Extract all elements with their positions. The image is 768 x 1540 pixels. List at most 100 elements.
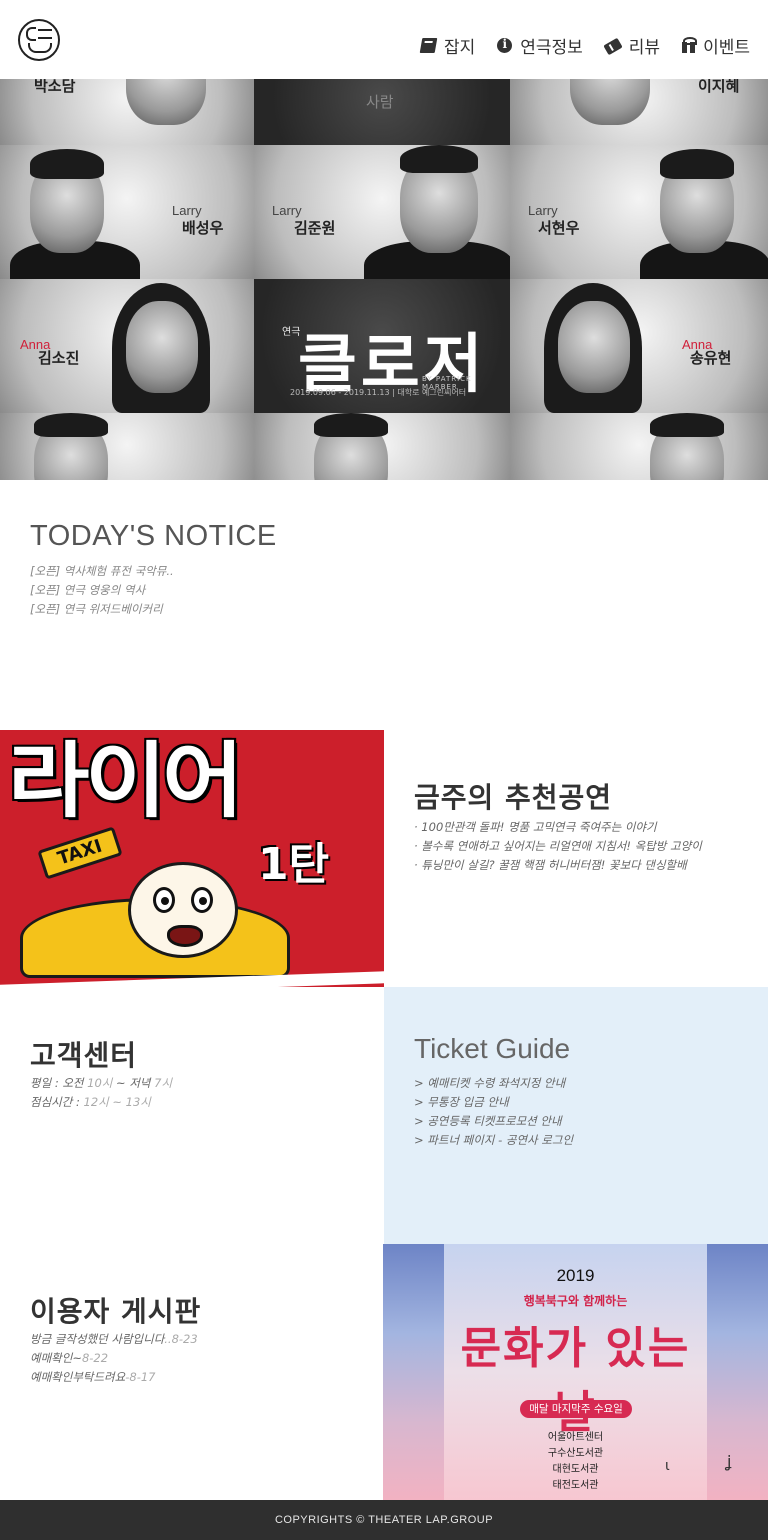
- book-icon: [419, 38, 438, 53]
- poster-subtitle: 행복북구와 함께하는: [523, 1294, 628, 1308]
- post-date: 8-22: [81, 1351, 109, 1365]
- decorative-glyph: ʝ: [727, 1452, 732, 1471]
- nav-label: 잡지: [443, 38, 476, 58]
- ticket-icon: [603, 37, 623, 56]
- hours-label: 평일 : 오전: [30, 1076, 84, 1090]
- ticket-guide-link[interactable]: > 예매티켓 수령 좌석지정 안내: [414, 1074, 573, 1093]
- actor-hair: [400, 145, 478, 173]
- show-title-art: 라이어: [8, 734, 244, 829]
- nav-label: 이벤트: [703, 38, 750, 58]
- customer-hours: 평일 : 오전 10시 ~ 저녁 7시 점심시간 : 12시 ~ 13시: [30, 1074, 172, 1112]
- post-date: ..8-23: [164, 1332, 198, 1346]
- post-title: 예매확인~: [30, 1351, 82, 1365]
- recommend-list: · 100만관객 돌파! 명품 고믹연극 죽여주는 이야기 · 볼수록 연애하고…: [414, 818, 702, 875]
- actor-hair: [30, 149, 104, 179]
- board-post[interactable]: 예매확인~8-22: [30, 1349, 198, 1368]
- nav-item-event[interactable]: 이벤트: [682, 33, 750, 58]
- role-label: Larry: [528, 203, 558, 218]
- notice-item[interactable]: [오픈] 연극 위저드베이커리: [30, 600, 174, 619]
- ticket-guide-title: Ticket Guide: [414, 1033, 571, 1064]
- nav-item-review[interactable]: 리뷰: [603, 33, 660, 58]
- actor-face: [570, 79, 650, 125]
- cast-tile: 박소담: [0, 79, 254, 145]
- cast-tile: Anna 김소진: [0, 279, 254, 413]
- hours-end: 7시: [154, 1076, 173, 1090]
- post-title: 방금 글작성했던 사람입니다: [30, 1332, 165, 1346]
- hours-start: 10시: [87, 1076, 113, 1090]
- poster-title-tile: 연극 클로저 BY PATRICK MARBER 2019.09.06 - 20…: [254, 279, 510, 413]
- actor-name: 김소진: [38, 349, 80, 367]
- board-post[interactable]: 방금 글작성했던 사람입니다..8-23: [30, 1330, 198, 1349]
- info-icon: [497, 37, 513, 53]
- cast-tile: [510, 413, 768, 480]
- character-mouth: [167, 925, 203, 947]
- character-eye: [191, 887, 213, 913]
- notice-item[interactable]: [오픈] 연극 영웅의 역사: [30, 581, 174, 600]
- ticket-guide-panel: Ticket Guide > 예매티켓 수령 좌석지정 안내 > 무통장 입금 …: [384, 987, 768, 1244]
- ticket-guide-link[interactable]: > 무통장 입금 안내: [414, 1093, 573, 1112]
- actor-hair: [34, 413, 108, 437]
- actor-name: 김준원: [294, 219, 336, 237]
- cast-tile: 이지혜: [510, 79, 768, 145]
- actor-hair: [660, 149, 734, 179]
- board-title: 이용자 게시판: [30, 1295, 202, 1328]
- logo-mark-part: [38, 29, 52, 39]
- taxi-sign: TAXI: [37, 826, 123, 880]
- actor-hair: [314, 413, 388, 437]
- cast-tile: Larry 서현우: [510, 145, 768, 279]
- lunch-range: 12시 ~ 13시: [83, 1095, 151, 1109]
- cast-tile: [254, 413, 510, 480]
- notice-title: TODAY'S NOTICE: [30, 520, 277, 552]
- actor-face: [126, 79, 206, 125]
- poster-year: 2019: [556, 1266, 595, 1285]
- weekday-hours: 평일 : 오전 10시 ~ 저녁 7시: [30, 1074, 172, 1093]
- main-nav: 잡지 연극정보 리뷰 이벤트: [419, 33, 750, 58]
- nav-label: 연극정보: [520, 38, 583, 58]
- poster-badge: 매달 마지막주 수요일: [520, 1400, 632, 1418]
- role-label: Larry: [172, 203, 202, 218]
- character-eye: [153, 887, 175, 913]
- role-label: Larry: [272, 203, 302, 218]
- customer-center-title: 고객센터: [30, 1039, 138, 1072]
- recommend-item[interactable]: · 튜닝만이 살길? 꿀잼 핵잼 허니버터잼! 꽃보다 댄싱할배: [414, 856, 702, 875]
- actor-name: 사람: [366, 93, 394, 111]
- cast-tile: Larry 김준원: [254, 145, 510, 279]
- cast-tile: [0, 413, 254, 480]
- show-part-art: 1탄: [258, 839, 330, 890]
- post-date: -8-17: [125, 1370, 156, 1384]
- footer-copyright: COPYRIGHTS © THEATER LAP.GROUP: [0, 1500, 768, 1540]
- actor-name: 서현우: [538, 219, 580, 237]
- character-face: [128, 862, 238, 958]
- venue: 어울아트센터: [547, 1432, 604, 1443]
- actor-name: 송유현: [690, 349, 732, 367]
- actor-hair: [650, 413, 724, 437]
- actor-face: [558, 301, 630, 393]
- header: 잡지 연극정보 리뷰 이벤트: [0, 0, 768, 79]
- venue: 태전도서관: [552, 1480, 599, 1491]
- logo-mark-part: [26, 27, 36, 41]
- notice-item[interactable]: [오픈] 역사체험 퓨전 국악뮤..: [30, 562, 174, 581]
- notice-list: [오픈] 역사체험 퓨전 국악뮤.. [오픈] 연극 영웅의 역사 [오픈] 연…: [30, 562, 174, 619]
- gift-icon: [682, 37, 698, 53]
- lunch-label: 점심시간 :: [30, 1095, 80, 1109]
- hero-banner[interactable]: 박소담 사람 이지혜 Larry 배성우 Larry 김준원 Larry 서현우…: [0, 79, 768, 480]
- ticket-guide-link[interactable]: > 파트너 페이지 - 공연사 로그인: [414, 1131, 573, 1150]
- lunch-hours: 점심시간 : 12시 ~ 13시: [30, 1093, 172, 1112]
- hours-mid: ~ 저녁: [116, 1076, 151, 1090]
- culture-day-poster[interactable]: 2019 행복북구와 함께하는 문화가 있는 날 매달 마지막주 수요일 어울아…: [383, 1244, 768, 1500]
- site-logo[interactable]: [18, 19, 60, 61]
- ticket-guide-link[interactable]: > 공연등록 티켓프로모션 안내: [414, 1112, 573, 1131]
- nav-item-theater-info[interactable]: 연극정보: [497, 33, 583, 58]
- cast-tile: Larry 배성우: [0, 145, 254, 279]
- decorative-glyph: ɩ: [665, 1458, 670, 1474]
- recommend-item[interactable]: · 볼수록 연애하고 싶어지는 리얼연애 지침서! 옥탑방 고양이: [414, 837, 702, 856]
- recommended-show-image[interactable]: 라이어 1탄 TAXI: [0, 730, 384, 987]
- post-title: 예매확인부탁드려요: [30, 1370, 126, 1384]
- actor-name: 박소담: [34, 79, 76, 95]
- logo-mark-part: [28, 43, 52, 53]
- actor-name: 배성우: [182, 219, 224, 237]
- recommend-item[interactable]: · 100만관객 돌파! 명품 고믹연극 죽여주는 이야기: [414, 818, 702, 837]
- nav-item-magazine[interactable]: 잡지: [419, 33, 476, 58]
- board-post[interactable]: 예매확인부탁드려요-8-17: [30, 1368, 198, 1387]
- actor-face: [126, 301, 198, 393]
